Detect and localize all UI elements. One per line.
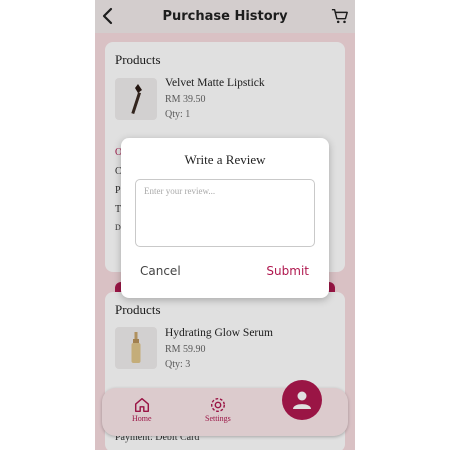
review-textarea[interactable] [135, 179, 315, 247]
dialog-title: Write a Review [184, 152, 266, 167]
cancel-button[interactable]: Cancel [140, 264, 181, 278]
review-dialog: Write a Review Cancel Submit [121, 138, 329, 298]
submit-button[interactable]: Submit [266, 264, 309, 278]
